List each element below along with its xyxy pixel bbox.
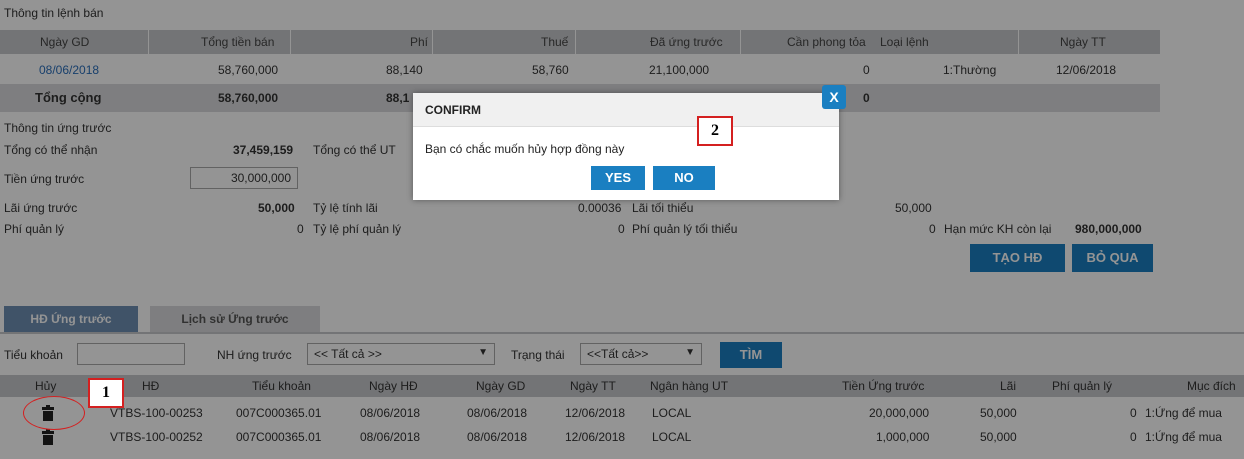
callout-2: 2	[697, 116, 733, 146]
close-icon[interactable]: X	[822, 85, 846, 109]
dialog-title: CONFIRM	[425, 103, 481, 117]
highlight-ellipse	[23, 396, 85, 430]
modal-overlay	[0, 0, 1244, 459]
dialog-title-bar: CONFIRM	[413, 93, 839, 127]
page: Thông tin lệnh bán Ngày GD Tổng tiền bán…	[0, 0, 1244, 459]
no-button[interactable]: NO	[653, 166, 715, 190]
confirm-dialog: CONFIRM X Bạn có chắc muốn hủy hợp đồng …	[413, 85, 846, 200]
yes-button[interactable]: YES	[591, 166, 645, 190]
callout-1: 1	[88, 378, 124, 408]
dialog-message: Bạn có chắc muốn hủy hợp đồng này	[425, 142, 625, 156]
